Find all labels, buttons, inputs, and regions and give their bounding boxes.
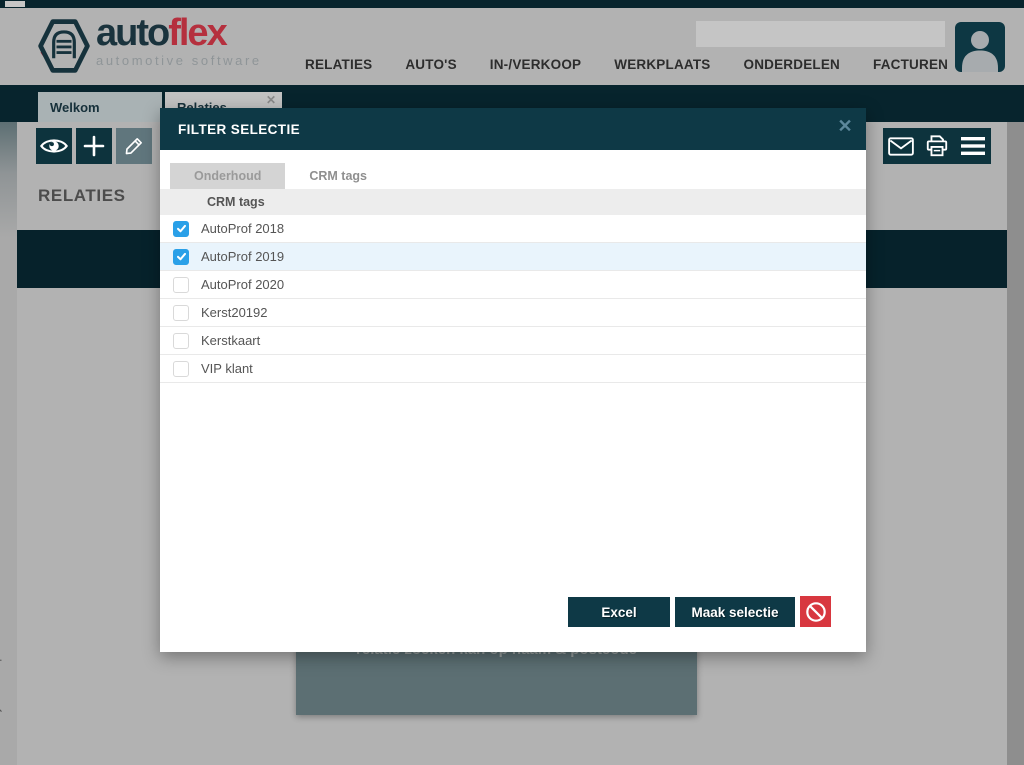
crm-tag-row[interactable]: Kerst20192 — [160, 299, 866, 327]
crm-tag-label: AutoProf 2018 — [201, 221, 284, 236]
modal-title: FILTER SELECTIE — [178, 122, 300, 137]
mail-button[interactable] — [883, 128, 919, 164]
close-icon[interactable]: ✕ — [838, 117, 853, 135]
window-top-strip — [0, 0, 1024, 8]
nav-facturen[interactable]: FACTUREN — [873, 57, 948, 72]
modal-tab-crm-tags[interactable]: CRM tags — [285, 163, 391, 189]
search-input[interactable] — [696, 21, 945, 47]
nav-relaties[interactable]: RELATIES — [305, 57, 372, 72]
user-avatar[interactable] — [955, 22, 1005, 72]
checkmark-icon — [176, 223, 187, 234]
menu-button[interactable] — [955, 128, 991, 164]
left-edge-strip: Powered by Autoflex | 10.07.06-L — [0, 122, 17, 765]
logo-tagline: automotive software — [96, 53, 262, 68]
menu-icon — [960, 136, 986, 156]
mail-icon — [888, 137, 914, 156]
crm-tag-list: AutoProf 2018 AutoProf 2019 AutoProf 2020 K… — [160, 215, 866, 383]
autoflex-hexagon-icon — [34, 14, 94, 78]
view-button[interactable] — [36, 128, 72, 164]
tab-welkom-label: Welkom — [50, 100, 100, 115]
modal-tab-onderhoud[interactable]: Onderhoud — [170, 163, 285, 189]
checkbox-unchecked[interactable] — [173, 277, 189, 293]
tab-welkom[interactable]: Welkom — [38, 92, 162, 122]
pencil-icon — [123, 135, 145, 157]
checkmark-icon — [176, 251, 187, 262]
logo-word-auto: auto — [96, 12, 168, 54]
checkbox-unchecked[interactable] — [173, 333, 189, 349]
plus-icon — [82, 134, 106, 158]
crm-tag-row[interactable]: AutoProf 2018 — [160, 215, 866, 243]
nav-werkplaats[interactable]: WERKPLAATS — [614, 57, 710, 72]
maak-selectie-button[interactable]: Maak selectie — [675, 597, 795, 627]
eye-icon — [40, 136, 68, 156]
crm-tag-label: AutoProf 2020 — [201, 277, 284, 292]
autoflex-logo[interactable]: autoflex automotive software — [34, 14, 262, 78]
app-header: autoflex automotive software RELATIES AU… — [0, 8, 1024, 85]
crm-tag-row[interactable]: AutoProf 2019 — [160, 243, 866, 271]
page-title: RELATIES — [38, 186, 126, 206]
prohibition-icon — [804, 600, 828, 624]
crm-tag-row[interactable]: Kerstkaart — [160, 327, 866, 355]
checkbox-unchecked[interactable] — [173, 305, 189, 321]
print-icon — [925, 134, 949, 158]
search-hint-text: relatie zoeken kan op naam & postcode — [356, 641, 637, 715]
modal-tab-bar: Onderhoud CRM tags — [170, 163, 391, 189]
print-button[interactable] — [919, 128, 955, 164]
crm-tag-label: Kerst20192 — [201, 305, 268, 320]
crm-tag-label: AutoProf 2019 — [201, 249, 284, 264]
filter-selectie-modal: FILTER SELECTIE ✕ Onderhoud CRM tags CRM… — [160, 108, 866, 652]
logo-text: autoflex automotive software — [96, 14, 262, 68]
checkbox-unchecked[interactable] — [173, 361, 189, 377]
checkbox-checked[interactable] — [173, 221, 189, 237]
tab-close-icon[interactable]: ✕ — [266, 93, 276, 107]
excel-button[interactable]: Excel — [568, 597, 670, 627]
nav-in-verkoop[interactable]: IN-/VERKOOP — [490, 57, 581, 72]
crm-tag-label: Kerstkaart — [201, 333, 260, 348]
logo-word-flex: flex — [168, 12, 225, 54]
powered-by-label: Powered by Autoflex | 10.07.06-L — [0, 603, 2, 765]
edit-button[interactable] — [116, 128, 152, 164]
crm-tag-row[interactable]: VIP klant — [160, 355, 866, 383]
main-nav: RELATIES AUTO'S IN-/VERKOOP WERKPLAATS O… — [305, 57, 948, 72]
modal-header: FILTER SELECTIE ✕ — [160, 108, 866, 150]
person-icon — [955, 22, 1005, 72]
nav-onderdelen[interactable]: ONDERDELEN — [744, 57, 841, 72]
right-edge-strip[interactable] — [1007, 122, 1024, 765]
app-window: autoflex automotive software RELATIES AU… — [0, 0, 1024, 765]
window-artifact — [5, 1, 25, 7]
checkbox-checked[interactable] — [173, 249, 189, 265]
list-column-header: CRM tags — [160, 189, 866, 215]
nav-autos[interactable]: AUTO'S — [405, 57, 456, 72]
crm-tag-label: VIP klant — [201, 361, 253, 376]
crm-tag-row[interactable]: AutoProf 2020 — [160, 271, 866, 299]
add-button[interactable] — [76, 128, 112, 164]
cancel-button[interactable] — [800, 596, 831, 627]
